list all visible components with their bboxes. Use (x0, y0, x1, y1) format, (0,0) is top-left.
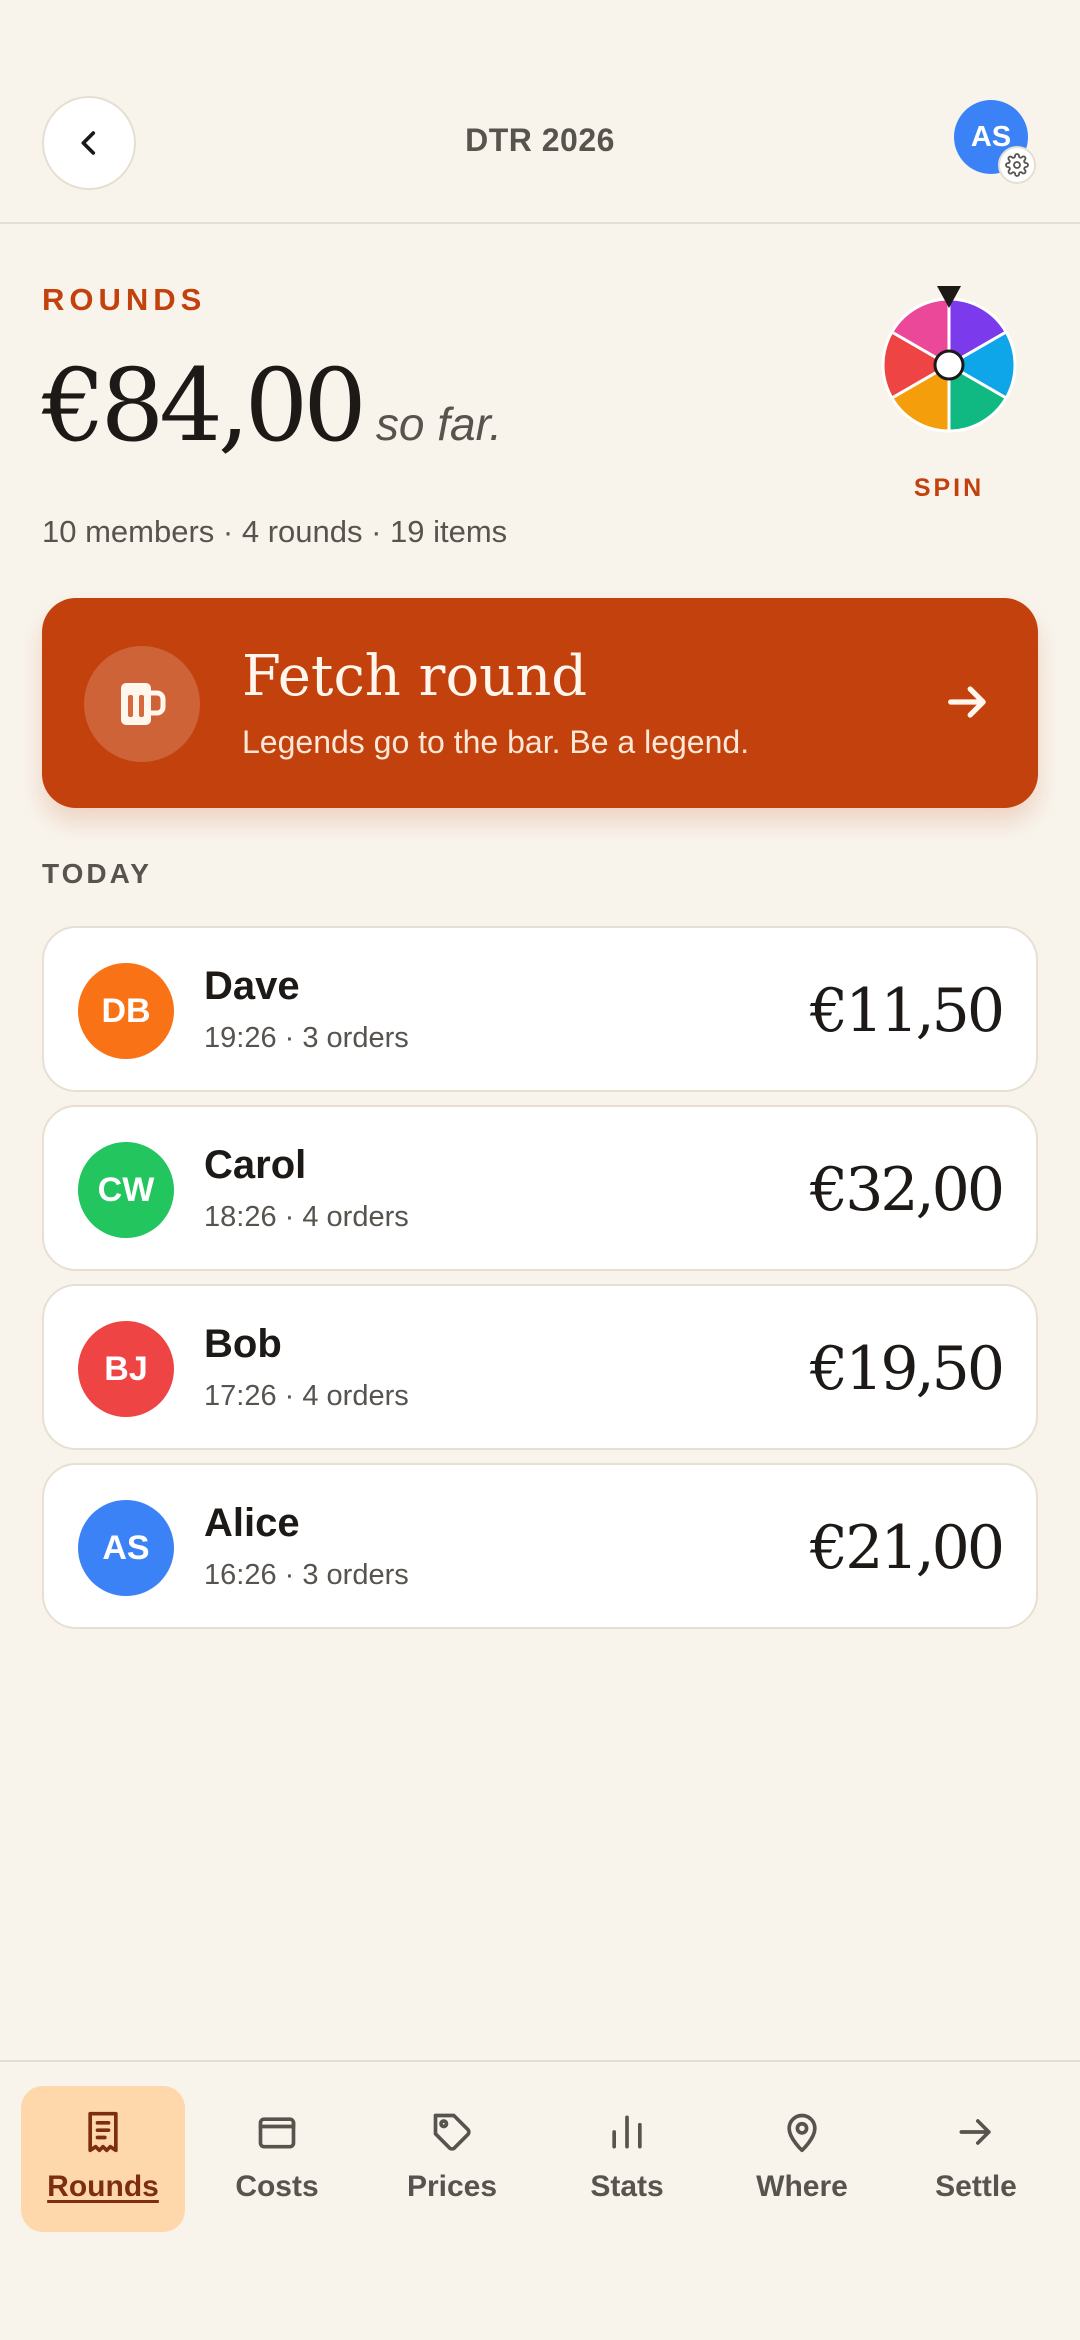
gear-icon (1005, 153, 1029, 177)
total-amount: €84,00 (42, 347, 367, 464)
total-row: €84,00 so far. (42, 356, 502, 456)
fetch-round-button[interactable]: Fetch round Legends go to the bar. Be a … (42, 598, 1038, 808)
tag-icon (433, 2113, 471, 2151)
summary-meta: 10 members · 4 rounds · 19 items (42, 514, 508, 549)
round-member-name: Alice (204, 1501, 300, 1545)
spin-wheel-button[interactable] (880, 282, 1018, 442)
beer-mug-icon-circle (84, 646, 200, 762)
cta-title: Fetch round (242, 644, 588, 709)
settings-button[interactable] (998, 146, 1036, 184)
nav-label: Prices (406, 2170, 498, 2203)
arrow-right-icon (942, 676, 994, 733)
round-member-name: Bob (204, 1322, 282, 1366)
group-title: DTR 2026 (465, 122, 615, 158)
receipt-icon (88, 2111, 118, 2153)
round-meta: 16:26 · 3 orders (204, 1559, 409, 1591)
nav-item-costs[interactable]: Costs (195, 2086, 359, 2232)
round-item[interactable]: AS Alice 16:26 · 3 orders €21,00 (42, 1463, 1038, 1629)
round-member-name: Dave (204, 964, 300, 1008)
round-meta: 17:26 · 4 orders (204, 1380, 409, 1412)
map-pin-icon (787, 2113, 817, 2153)
nav-item-rounds[interactable]: Rounds (21, 2086, 185, 2232)
spin-wheel-icon (881, 286, 1017, 433)
nav-label: Rounds (47, 2170, 159, 2203)
beer-mug-icon (121, 683, 166, 725)
round-amount: €21,00 (810, 1513, 1005, 1583)
round-member-name: Carol (204, 1143, 307, 1187)
nav-label: Stats (590, 2170, 664, 2203)
nav-label: Costs (235, 2170, 319, 2203)
nav-item-prices[interactable]: Prices (370, 2086, 534, 2232)
bottom-nav: Rounds Costs Prices Stats Where Settle (0, 2060, 1080, 2340)
app-header: DTR 2026 AS (0, 0, 1080, 224)
round-item[interactable]: CW Carol 18:26 · 4 orders €32,00 (42, 1105, 1038, 1271)
avatar: CW (78, 1142, 174, 1238)
round-amount: €19,50 (810, 1334, 1005, 1404)
nav-item-stats[interactable]: Stats (545, 2086, 709, 2232)
cta-subtitle: Legends go to the bar. Be a legend. (242, 724, 750, 760)
nav-item-where[interactable]: Where (720, 2086, 884, 2232)
nav-item-settle[interactable]: Settle (894, 2086, 1058, 2232)
round-meta: 19:26 · 3 orders (204, 1022, 409, 1054)
rounds-list: DB Dave 19:26 · 3 orders €11,50 CW Carol… (42, 926, 1038, 1642)
arrow-right-icon (959, 2119, 991, 2145)
spin-label: SPIN (913, 474, 985, 502)
round-item[interactable]: DB Dave 19:26 · 3 orders €11,50 (42, 926, 1038, 1092)
avatar: DB (78, 963, 174, 1059)
avatar: AS (78, 1500, 174, 1596)
bar-chart-icon (612, 2115, 642, 2149)
round-item[interactable]: BJ Bob 17:26 · 4 orders €19,50 (42, 1284, 1038, 1450)
total-suffix: so far. (375, 398, 503, 450)
nav-label: Where (756, 2170, 848, 2203)
avatar: BJ (78, 1321, 174, 1417)
round-meta: 18:26 · 4 orders (204, 1201, 409, 1233)
wallet-icon (258, 2117, 296, 2149)
nav-label: Settle (935, 2170, 1017, 2203)
round-amount: €32,00 (810, 1155, 1005, 1225)
section-label-rounds: ROUNDS (42, 282, 207, 317)
section-label-today: TODAY (42, 858, 152, 889)
round-amount: €11,50 (810, 976, 1005, 1046)
